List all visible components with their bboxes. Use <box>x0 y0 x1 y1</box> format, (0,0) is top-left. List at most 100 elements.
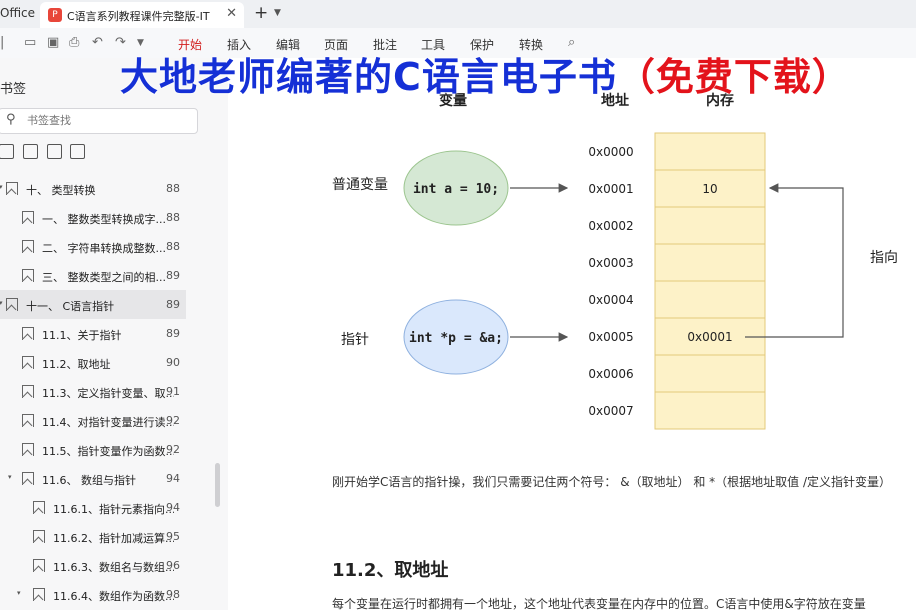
undo-icon[interactable]: ↶ <box>92 35 103 50</box>
bookmark-item[interactable]: 11.4、对指针变量进行读... 92 <box>0 406 186 435</box>
bookmark-page-number: 89 <box>166 298 180 311</box>
bookmark-label: 十、 类型转换 <box>26 184 96 197</box>
bookmark-label: 11.6、 数组与指针 <box>42 474 136 487</box>
bookmark-icon <box>6 298 18 311</box>
bookmark-page-number: 95 <box>166 530 180 543</box>
bookmark-item[interactable]: ▾ 11.6、 数组与指针 94 <box>0 464 186 493</box>
tab-bar: Office P C语言系列教程课件完整版-IT ✕ + ▼ <box>0 0 916 28</box>
memory-cell <box>654 354 766 393</box>
memory-cell <box>654 243 766 282</box>
bookmark-search-input[interactable] <box>25 113 189 128</box>
address-label: 0x0003 <box>588 256 633 270</box>
address-label: 0x0001 <box>588 182 633 196</box>
chevron-down-icon[interactable]: ▼ <box>274 8 281 18</box>
document-tab[interactable]: P C语言系列教程课件完整版-IT ✕ <box>40 2 244 28</box>
bookmark-item[interactable]: 三、 整数类型之间的相... 89 <box>0 261 186 290</box>
section-heading: 11.2、取地址 <box>332 560 449 581</box>
banner-main-text: 大地老师编著的C语言电子书 <box>120 55 617 99</box>
bookmark-item[interactable]: ▾ 11.6.4、数组作为函数... 98 <box>0 580 186 609</box>
print-icon[interactable]: ⎙ <box>69 35 79 50</box>
bookmark-item[interactable]: 一、 整数类型转换成字... 88 <box>0 203 186 232</box>
bookmark-label: 11.3、定义指针变量、取... <box>42 387 174 400</box>
memory-cell <box>654 132 766 171</box>
memory-cell <box>654 280 766 319</box>
bookmark-page-number: 96 <box>166 559 180 572</box>
bookmark-page-number: 88 <box>166 182 180 195</box>
expand-arrow-icon[interactable]: ▾ <box>0 183 3 191</box>
bookmark-item[interactable]: ▾ 十一、 C语言指针 89 <box>0 290 186 319</box>
bookmark-label: 11.6.2、指针加减运算... <box>53 532 174 545</box>
tab-title: C语言系列教程课件完整版-IT <box>67 10 210 23</box>
bookmark-icon <box>22 356 34 369</box>
bookmark-label: 11.5、指针变量作为函数... <box>42 445 174 458</box>
bookmark-label: 11.4、对指针变量进行读... <box>42 416 174 429</box>
bookmark-item[interactable]: 11.6.2、指针加减运算... 95 <box>0 522 186 551</box>
bookmark-icon <box>22 472 34 485</box>
bookmark-label: 11.2、取地址 <box>42 358 111 371</box>
bookmark-page-number: 89 <box>166 327 180 340</box>
bookmark-icon[interactable] <box>70 144 85 159</box>
bookmark-item[interactable]: 11.5、指针变量作为函数... 92 <box>0 435 186 464</box>
bookmark-item[interactable]: 二、 字符串转换成整数... 88 <box>0 232 186 261</box>
bookmark-page-number: 92 <box>166 443 180 456</box>
sidebar-scrollbar[interactable] <box>212 58 228 610</box>
new-tab-button[interactable]: + <box>254 3 268 23</box>
bookmark-item[interactable]: 11.6.3、数组名与数组... 96 <box>0 551 186 580</box>
pointer-label: 指针 <box>341 332 369 348</box>
bookmark-item[interactable]: 11.1、关于指针 89 <box>0 319 186 348</box>
address-label: 0x0006 <box>588 367 633 381</box>
separator-icon: | <box>0 35 5 50</box>
scrollbar-thumb[interactable] <box>215 463 220 507</box>
expand-arrow-icon[interactable]: ▾ <box>8 473 12 481</box>
bookmark-icon <box>22 269 34 282</box>
memory-cell <box>654 206 766 245</box>
app-name[interactable]: Office <box>0 6 35 20</box>
pointer-code: int *p = &a; <box>409 331 503 346</box>
bookmark-icon <box>22 443 34 456</box>
normal-var-label: 普通变量 <box>332 177 388 193</box>
bookmark-label: 十一、 C语言指针 <box>26 300 115 313</box>
folder-icon[interactable]: ▭ <box>24 35 36 50</box>
memory-cell <box>654 391 766 430</box>
bookmark-icon <box>22 385 34 398</box>
bookmark-page-number: 98 <box>166 588 180 601</box>
expand-arrow-icon[interactable]: ▾ <box>17 589 21 597</box>
expand-arrow-icon[interactable]: ▾ <box>0 299 3 307</box>
bookmark-icon <box>22 240 34 253</box>
address-label: 0x0000 <box>588 145 633 159</box>
address-column: 0x0000 0x0001 0x0002 0x0003 0x0004 0x0005 0x00… <box>588 145 633 418</box>
bookmark-label: 11.6.1、指针元素指向... <box>53 503 174 516</box>
bookmark-item[interactable]: 11.3、定义指针变量、取... 91 <box>0 377 186 406</box>
memory-column: 10 0x0001 <box>654 132 766 430</box>
bookmark-label: 三、 整数类型之间的相... <box>42 271 166 284</box>
bookmark-page-number: 89 <box>166 269 180 282</box>
collapse-all-icon[interactable] <box>23 144 38 159</box>
close-tab-icon[interactable]: ✕ <box>226 6 237 21</box>
address-label: 0x0005 <box>588 330 633 344</box>
bookmark-icon <box>33 559 45 572</box>
bookmark-label: 一、 整数类型转换成字... <box>42 213 166 226</box>
sidebar-title: 书签 <box>0 82 27 97</box>
bookmark-item[interactable]: 11.6.1、指针元素指向... 94 <box>0 493 186 522</box>
points-to-label: 指向 <box>870 250 898 266</box>
bookmark-page-number: 90 <box>166 356 180 369</box>
bookmark-page-number: 88 <box>166 211 180 224</box>
normal-var-code: int a = 10; <box>413 182 499 197</box>
add-bookmark-icon[interactable] <box>47 144 62 159</box>
search-icon: ⚲ <box>6 112 16 127</box>
banner-highlight-text: （免费下载） <box>616 55 851 99</box>
bookmark-item[interactable]: 11.2、取地址 90 <box>0 348 186 377</box>
bookmark-label: 11.6.4、数组作为函数... <box>53 590 174 603</box>
expand-all-icon[interactable] <box>0 144 14 159</box>
address-label: 0x0004 <box>588 293 633 307</box>
bookmark-icon <box>22 211 34 224</box>
bookmark-search[interactable]: ⚲ <box>0 108 198 134</box>
bookmark-icon <box>33 501 45 514</box>
pdf-icon: P <box>48 8 62 22</box>
body-paragraph: 刚开始学C语言的指针操，我们只需要记住两个符号： &（取地址） 和 *（根据地址… <box>332 475 892 489</box>
save-icon[interactable]: ▣ <box>47 35 59 50</box>
address-label: 0x0002 <box>588 219 633 233</box>
bookmark-item[interactable]: ▾ 十、 类型转换 88 <box>0 174 186 203</box>
address-label: 0x0007 <box>588 404 633 418</box>
body-paragraph-2: 每个变量在运行时都拥有一个地址，这个地址代表变量在内存中的位置。C语言中使用&字… <box>332 597 866 611</box>
